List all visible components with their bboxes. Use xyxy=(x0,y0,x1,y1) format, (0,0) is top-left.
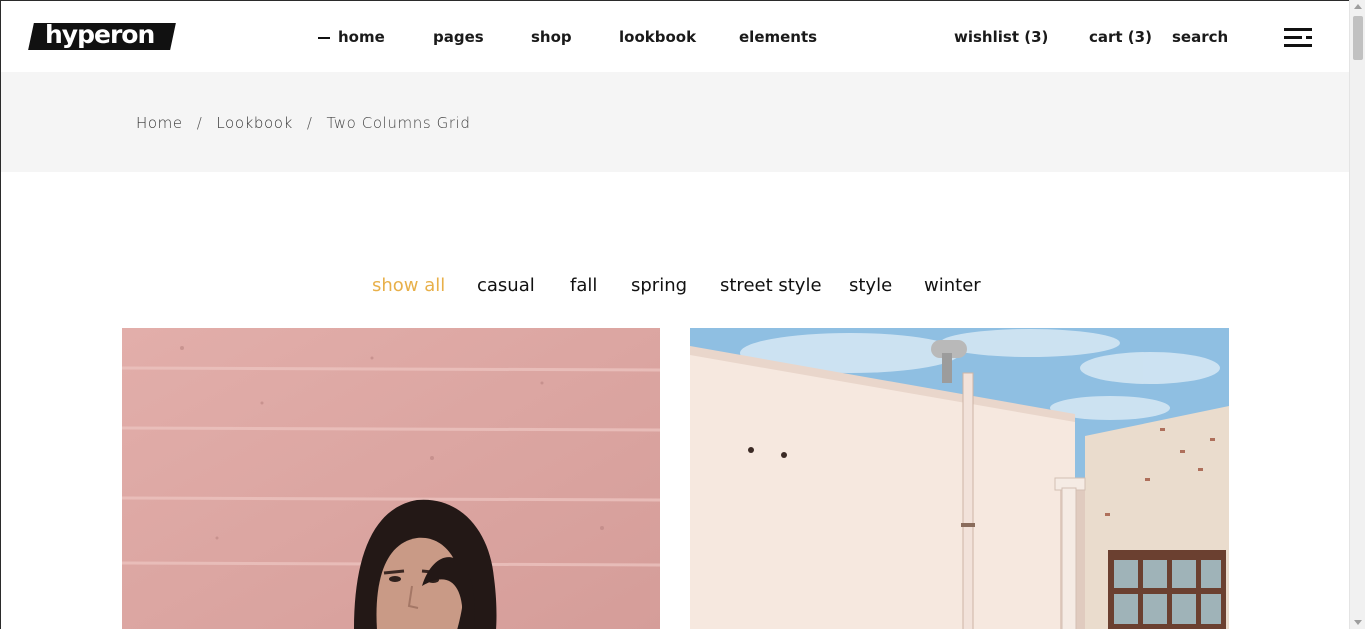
page: hyperon home pages shop lookbook element… xyxy=(0,0,1349,629)
breadcrumb-separator: / xyxy=(196,114,203,132)
white-building-blue-sky-photo xyxy=(690,328,1229,629)
breadcrumb: Home / Lookbook / Two Columns Grid xyxy=(136,114,471,132)
site-header: hyperon home pages shop lookbook element… xyxy=(1,1,1349,72)
breadcrumb-band: Home / Lookbook / Two Columns Grid xyxy=(1,72,1349,172)
breadcrumb-current: Two Columns Grid xyxy=(326,114,471,132)
nav-item-shop[interactable]: shop xyxy=(531,27,572,47)
vertical-scrollbar[interactable] xyxy=(1349,0,1365,629)
filter-spring[interactable]: spring xyxy=(631,274,687,298)
filter-fall[interactable]: fall xyxy=(570,274,597,298)
wishlist-link[interactable]: wishlist (3) xyxy=(954,27,1048,47)
logo[interactable]: hyperon xyxy=(45,19,155,51)
scrollbar-thumb[interactable] xyxy=(1353,16,1363,60)
scroll-up-arrow-icon[interactable] xyxy=(1354,4,1362,9)
menu-line xyxy=(1284,28,1312,31)
nav-item-pages[interactable]: pages xyxy=(433,27,484,47)
gallery-item-white-building[interactable] xyxy=(690,328,1229,629)
menu-line xyxy=(1284,44,1312,47)
nav-item-elements[interactable]: elements xyxy=(739,27,817,47)
filter-show-all[interactable]: show all xyxy=(372,274,445,298)
gallery-item-woman-pink-wall[interactable] xyxy=(122,328,660,629)
filter-style[interactable]: style xyxy=(849,274,892,298)
woman-pink-wall-photo xyxy=(122,328,660,629)
scroll-down-arrow-icon[interactable] xyxy=(1354,620,1362,625)
breadcrumb-lookbook[interactable]: Lookbook xyxy=(216,114,293,132)
breadcrumb-home[interactable]: Home xyxy=(136,114,183,132)
menu-line xyxy=(1284,36,1312,39)
filter-winter[interactable]: winter xyxy=(924,274,981,298)
filter-street-style[interactable]: street style xyxy=(720,274,822,298)
portfolio-filters: show all casual fall spring street style… xyxy=(1,274,1349,300)
nav-item-lookbook[interactable]: lookbook xyxy=(619,27,696,47)
hamburger-menu-icon[interactable] xyxy=(1284,28,1314,48)
search-link[interactable]: search xyxy=(1172,27,1228,47)
nav-item-home[interactable]: home xyxy=(318,27,385,47)
filter-casual[interactable]: casual xyxy=(477,274,535,298)
breadcrumb-separator: / xyxy=(306,114,313,132)
cart-link[interactable]: cart (3) xyxy=(1089,27,1152,47)
